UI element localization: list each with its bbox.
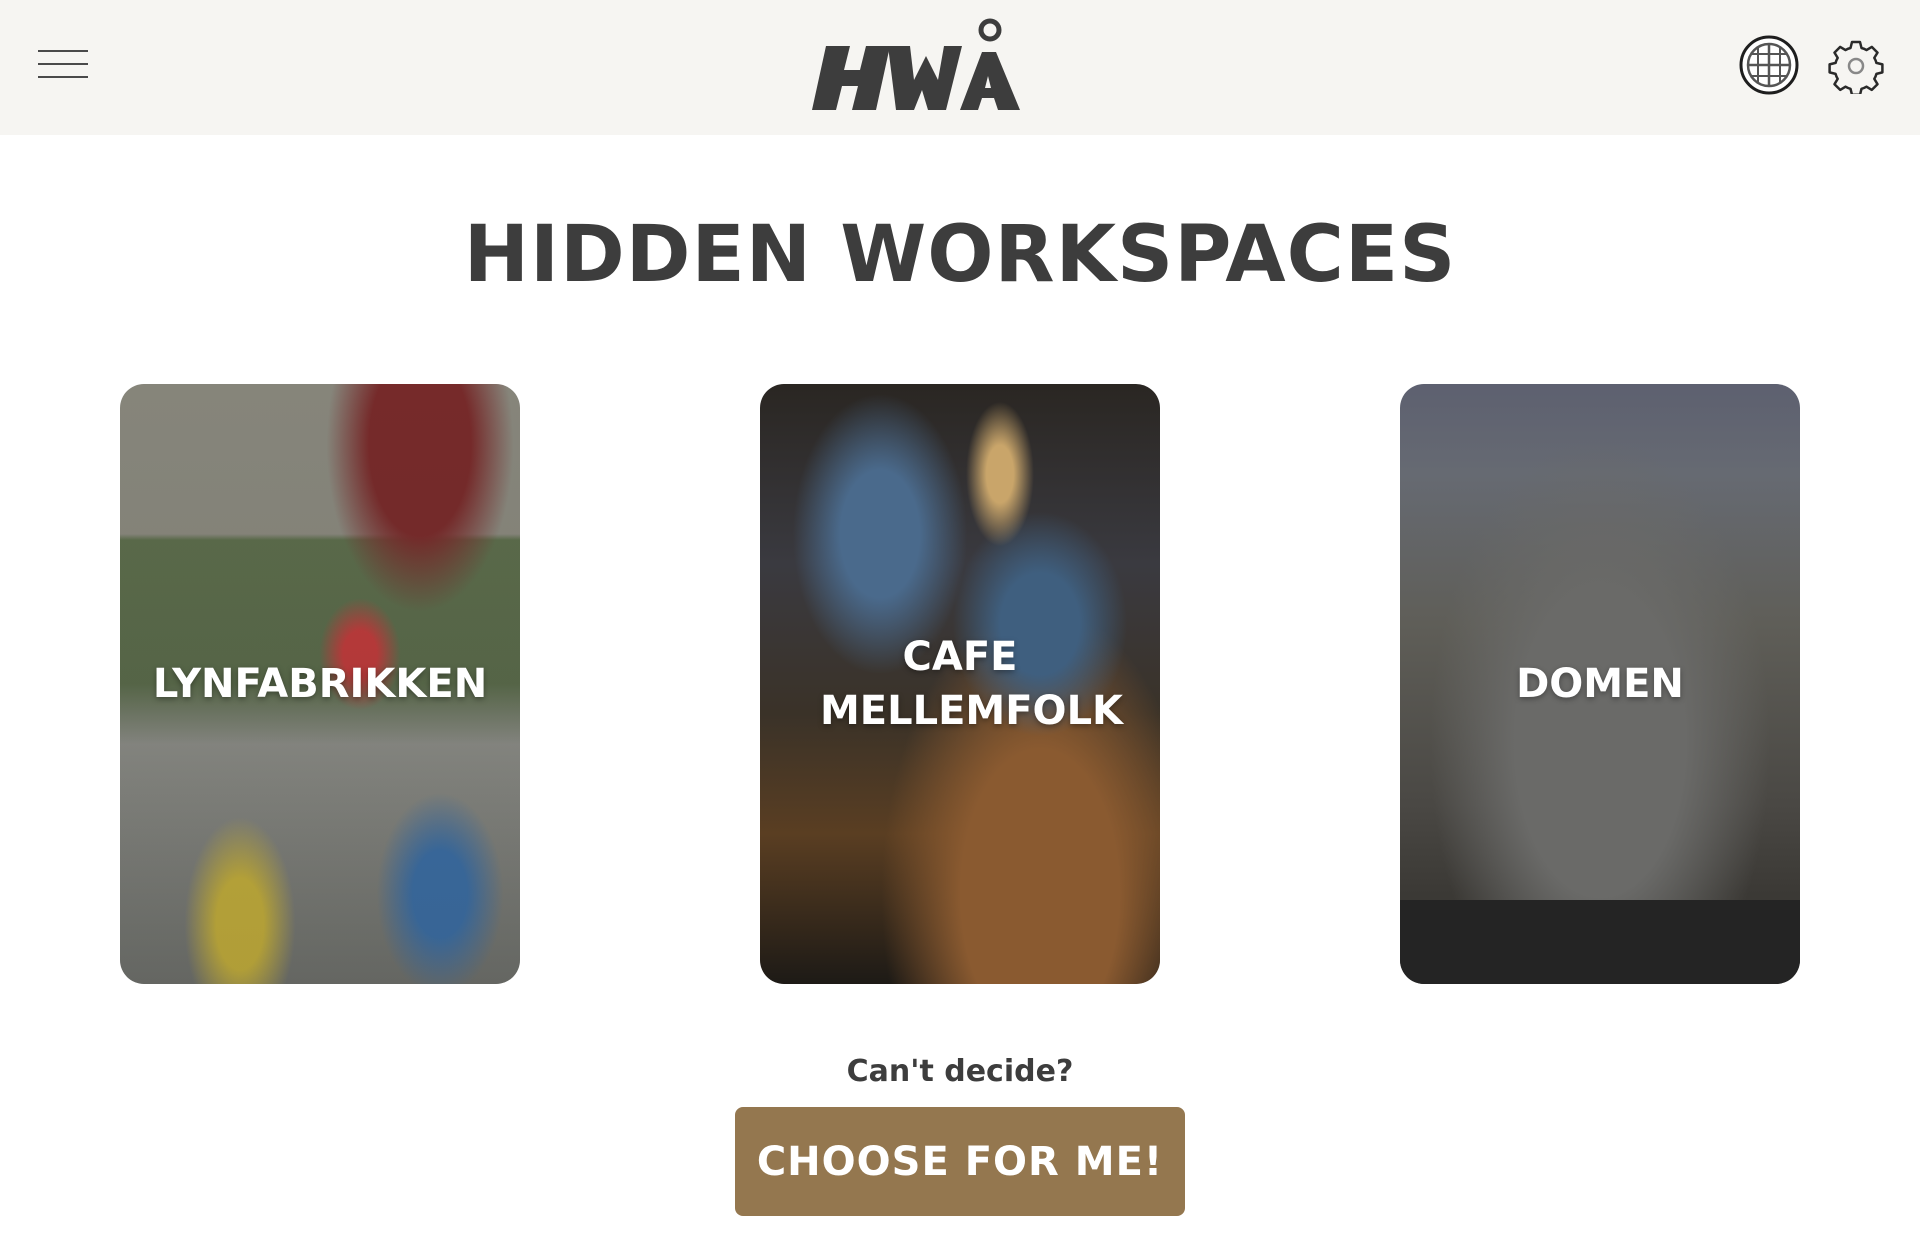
gear-icon[interactable] <box>1828 38 1884 97</box>
choose-for-me-button[interactable]: CHOOSE FOR ME! <box>735 1107 1185 1216</box>
workspace-card-lynfabrikken[interactable]: LYNFABRIKKEN <box>120 384 520 984</box>
top-bar <box>0 0 1920 135</box>
card-label: DOMEN <box>1516 661 1684 707</box>
cant-decide-prompt: Can't decide? <box>846 1054 1074 1089</box>
globe-icon[interactable] <box>1738 34 1800 96</box>
card-label: CAFE MELLEMFOLK <box>820 634 1124 734</box>
card-label: LYNFABRIKKEN <box>152 661 488 707</box>
page-title: HIDDEN WORKSPACES <box>463 210 1457 300</box>
hamburger-menu-icon[interactable] <box>38 46 90 82</box>
workspace-card-domen[interactable]: DOMEN <box>1400 384 1800 984</box>
workspace-card-cafe-mellemfolk[interactable]: CAFE MELLEMFOLK <box>760 384 1160 984</box>
hwa-logo[interactable] <box>810 18 1022 114</box>
